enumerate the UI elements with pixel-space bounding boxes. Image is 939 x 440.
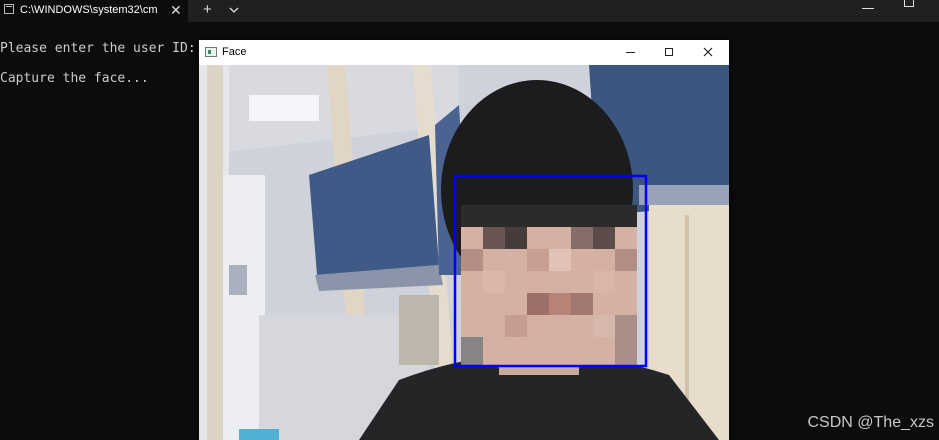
minimize-button[interactable] bbox=[862, 8, 874, 9]
maximize-button[interactable] bbox=[904, 0, 914, 7]
tab-title: C:\WINDOWS\system32\cmd.exe bbox=[20, 4, 158, 16]
terminal-line-status: Capture the face... bbox=[0, 71, 149, 86]
new-tab-button[interactable]: + bbox=[203, 0, 212, 20]
watermark: CSDN @The_xzs bbox=[807, 414, 935, 431]
face-window-title: Face bbox=[222, 46, 247, 58]
chevron-down-icon[interactable] bbox=[229, 2, 239, 13]
terminal-tab[interactable]: C:\WINDOWS\system32\cmd.exe ✕ bbox=[0, 0, 188, 22]
face-window: Face bbox=[199, 40, 729, 440]
camera-image bbox=[199, 65, 729, 440]
face-close-button[interactable] bbox=[701, 45, 715, 59]
terminal-icon bbox=[4, 4, 14, 14]
terminal-tabbar: C:\WINDOWS\system32\cmd.exe ✕ + bbox=[0, 0, 939, 22]
face-titlebar[interactable]: Face bbox=[199, 40, 729, 65]
close-icon[interactable]: ✕ bbox=[170, 2, 182, 18]
face-minimize-button[interactable] bbox=[624, 45, 638, 59]
pixelated-face bbox=[461, 205, 637, 365]
close-icon bbox=[703, 47, 713, 57]
terminal-line-prompt: Please enter the user ID: bbox=[0, 41, 196, 56]
face-maximize-button[interactable] bbox=[662, 45, 676, 59]
camera-feed bbox=[199, 65, 729, 440]
window-app-icon bbox=[205, 47, 217, 57]
